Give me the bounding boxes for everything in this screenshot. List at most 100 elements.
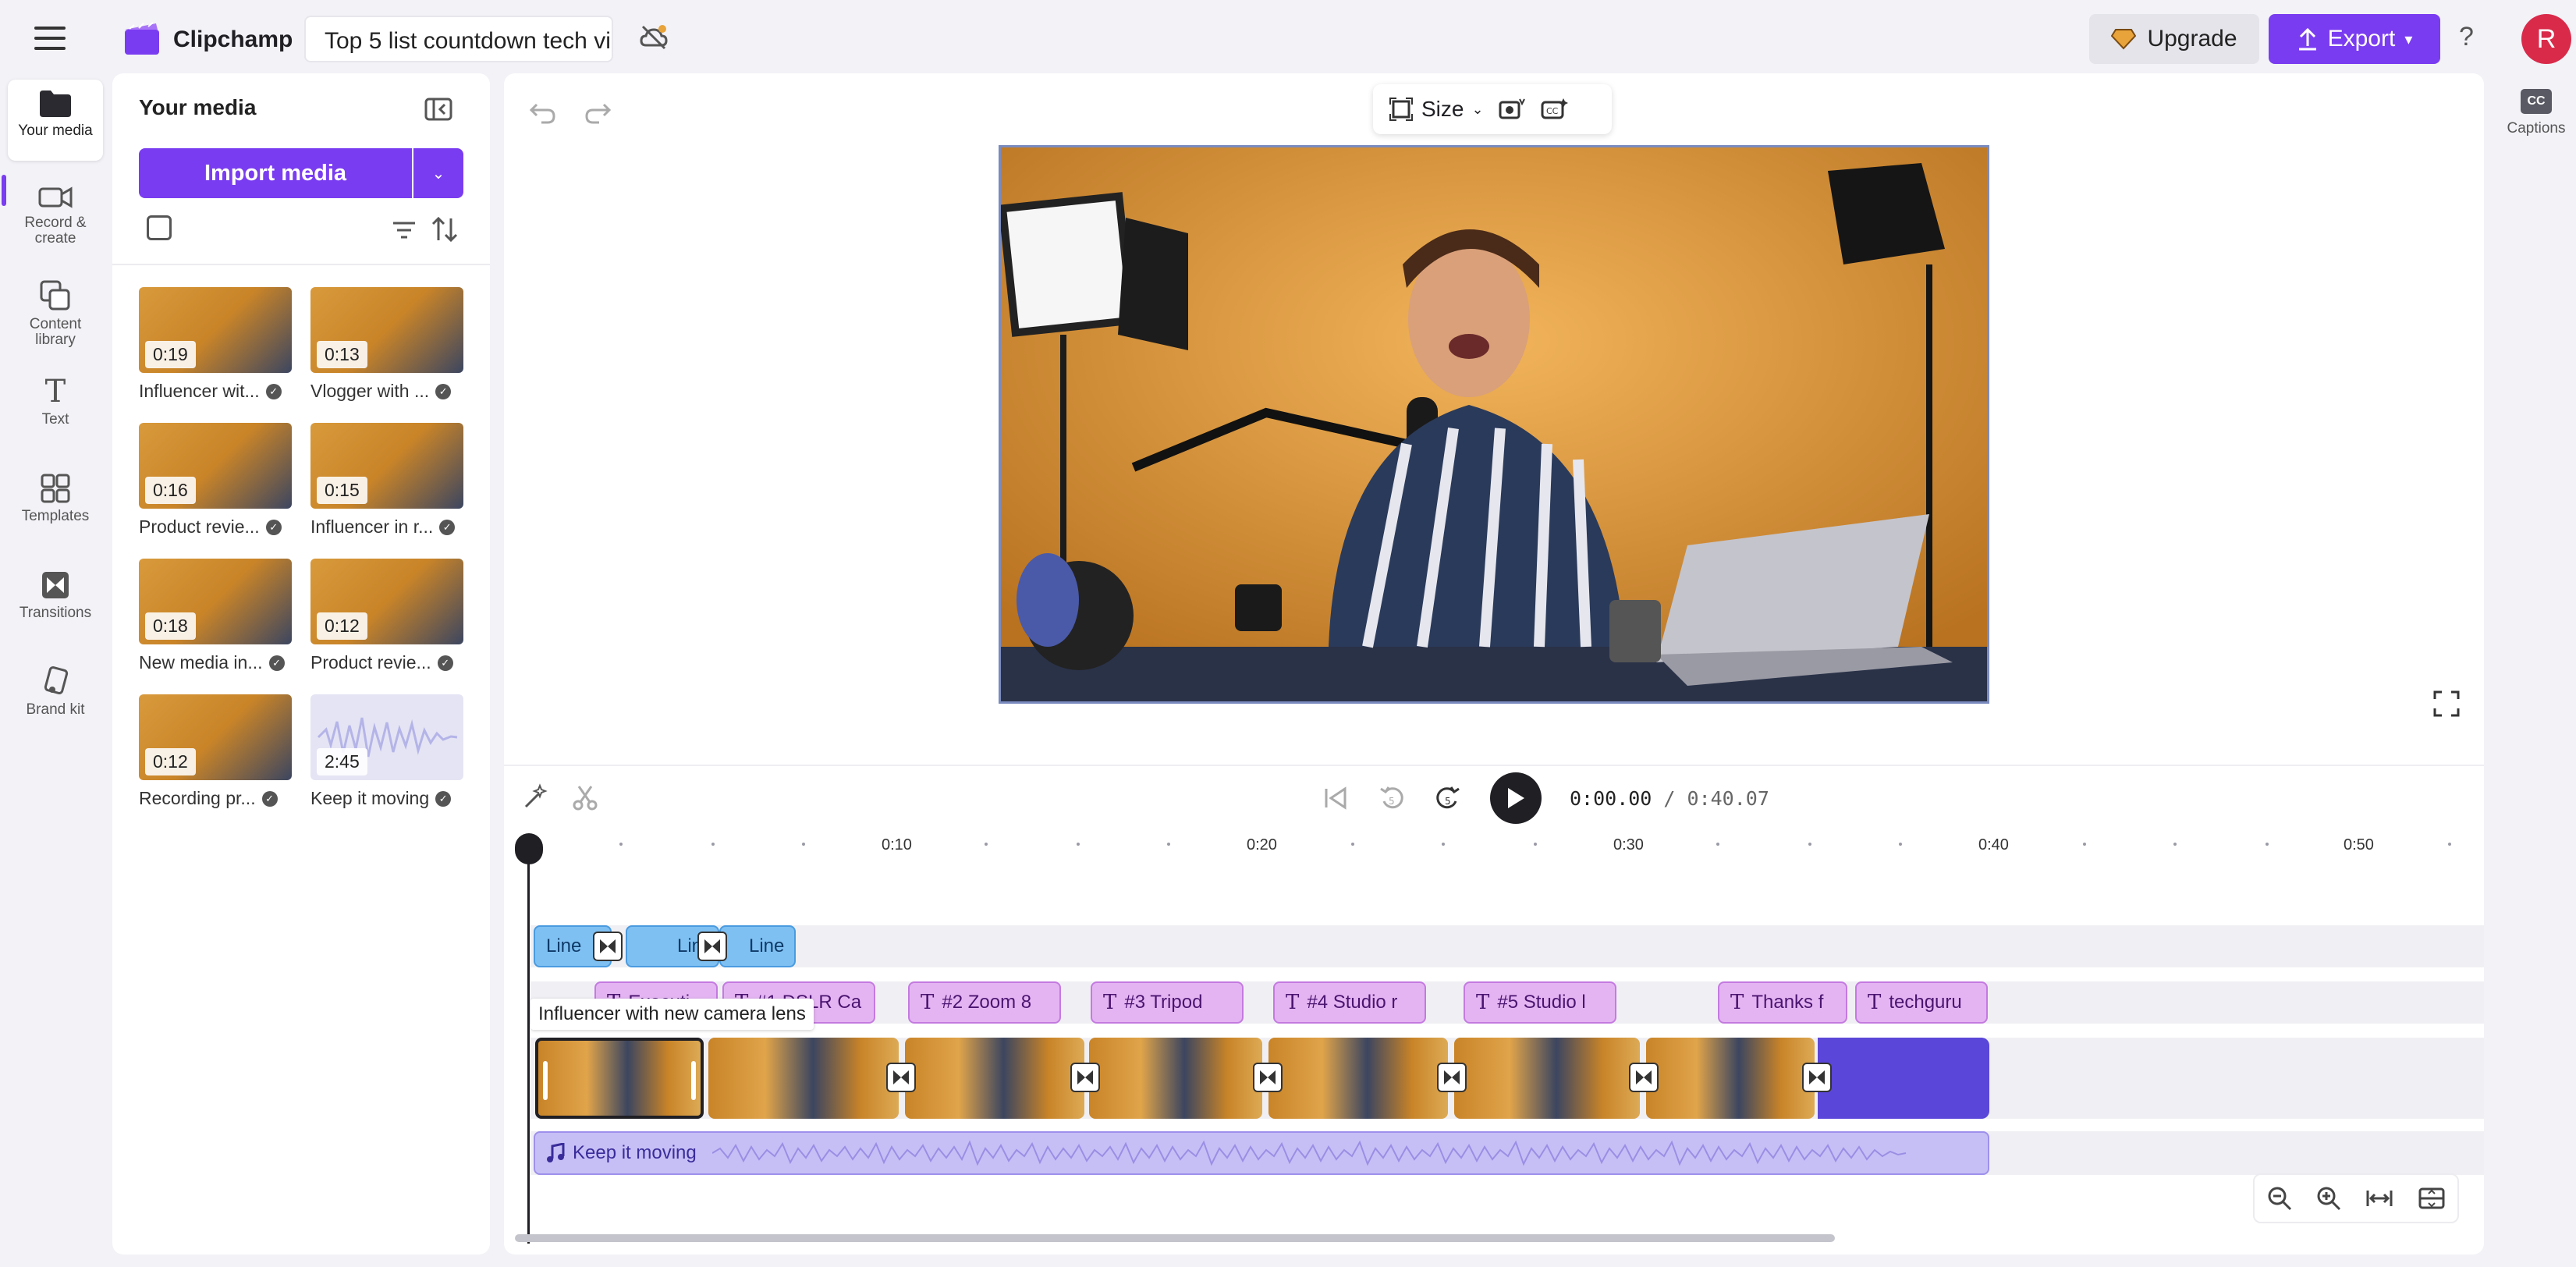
ruler-tick [1808,843,1811,846]
rewind-5-icon[interactable]: 5 [1378,784,1406,812]
video-clip[interactable] [1454,1038,1640,1119]
audio-clip[interactable]: Keep it moving [534,1131,1989,1175]
trim-handle-left[interactable] [543,1061,548,1100]
fullscreen-icon[interactable] [2432,690,2461,718]
transition-marker[interactable] [886,1063,916,1092]
transition-marker[interactable] [1802,1063,1832,1092]
text-clip[interactable]: Ttechguru [1855,981,1988,1024]
templates-icon [40,473,71,504]
import-media-button[interactable]: Import media [139,148,412,198]
video-clip[interactable] [708,1038,899,1119]
fit-timeline-icon[interactable] [2365,1186,2393,1211]
transition-marker[interactable] [697,932,727,961]
menu-icon[interactable] [34,27,66,50]
ruler-tick [2173,843,2177,846]
nav-brand-kit[interactable]: Brand kit [8,657,103,732]
export-label: Export [2328,26,2396,52]
magic-wand-icon[interactable] [521,783,549,811]
video-preview[interactable] [999,145,1989,704]
ruler-tick [2448,843,2451,846]
video-clip[interactable] [1646,1038,1815,1119]
play-icon [1506,786,1526,810]
trim-handle-right[interactable] [691,1061,696,1100]
playhead-handle[interactable] [515,833,543,864]
timeline-ruler[interactable]: 0:10 0:20 0:30 0:40 0:50 [504,827,2484,874]
check-icon: ✓ [269,655,285,671]
nav-record-create[interactable]: Record & create [8,175,103,256]
transition-marker[interactable] [1070,1063,1100,1092]
captions-icon: CC [2521,89,2552,114]
avatar[interactable]: R [2521,14,2571,64]
media-thumbnail: 0:12 [139,694,292,780]
total-time: 0:40.07 [1687,787,1769,810]
project-title-input[interactable]: Top 5 list countdown tech vi [304,16,613,62]
scissors-icon[interactable] [571,783,599,811]
clip-label: #5 Studio l [1497,992,1585,1013]
nav-transitions[interactable]: Transitions [8,560,103,635]
media-item[interactable]: 0:19 Influencer wit...✓ [139,287,292,402]
timeline-scrollbar[interactable] [515,1234,1835,1242]
transition-marker[interactable] [1629,1063,1659,1092]
camera-icon [38,184,73,211]
import-options-button[interactable]: ⌄ [413,148,463,198]
text-clip[interactable]: T#2 Zoom 8 [908,981,1061,1024]
export-button[interactable]: Export ▾ [2269,14,2440,64]
media-item[interactable]: 0:15 Influencer in r...✓ [310,423,463,538]
skip-to-start-icon[interactable] [1322,784,1350,812]
media-item[interactable]: 0:16 Product revie...✓ [139,423,292,538]
forward-5-icon[interactable]: 5 [1434,784,1462,812]
nav-content-library[interactable]: Content library [8,270,103,351]
video-clip[interactable] [905,1038,1084,1119]
undo-icon[interactable] [527,97,559,128]
upgrade-label: Upgrade [2147,26,2237,52]
text-clip[interactable]: T#3 Tripod [1091,981,1244,1024]
collapse-panel-icon[interactable] [423,94,454,125]
text-clip-icon: T [1476,991,1489,1014]
time-separator: / [1652,787,1687,810]
upgrade-button[interactable]: Upgrade [2089,14,2259,64]
play-button[interactable] [1490,772,1542,824]
sort-icon[interactable] [429,214,460,245]
media-item[interactable]: 0:18 New media in...✓ [139,559,292,673]
transition-marker[interactable] [1437,1063,1467,1092]
media-item[interactable]: 0:12 Product revie...✓ [310,559,463,673]
check-icon: ✓ [435,791,451,807]
filter-icon[interactable] [392,218,417,242]
clip-tooltip: Influencer with new camera lens [530,999,814,1030]
auto-captions-icon[interactable]: CC [1540,97,1568,122]
media-thumbnail: 2:45 [310,694,463,780]
line-clip[interactable]: Line [719,925,796,967]
media-item[interactable]: 2:45 Keep it moving✓ [310,694,463,809]
captions-panel-button[interactable]: CC Captions [2501,89,2571,137]
color-clip[interactable] [1818,1038,1989,1119]
media-item[interactable]: 0:13 Vlogger with ...✓ [310,287,463,402]
select-all-checkbox[interactable] [147,215,172,240]
diamond-icon [2111,28,2136,50]
ruler-tick [1899,843,1902,846]
cloud-sync-off-icon[interactable] [638,22,669,53]
video-clip[interactable] [1268,1038,1448,1119]
media-item[interactable]: 0:12 Recording pr...✓ [139,694,292,809]
svg-text:CC: CC [1546,106,1559,116]
redo-icon[interactable] [582,97,613,128]
zoom-out-icon[interactable] [2267,1186,2292,1211]
left-nav: Your media Record & create Content libra… [0,78,111,1267]
text-clip-icon: T [1868,991,1881,1014]
size-button[interactable]: Size ⌄ [1389,97,1484,122]
nav-text[interactable]: T Text [8,367,103,442]
background-remover-icon[interactable] [1498,97,1526,122]
zoom-in-icon[interactable] [2316,1186,2341,1211]
text-clip[interactable]: T#4 Studio r [1273,981,1426,1024]
nav-your-media[interactable]: Your media [8,80,103,161]
video-clip[interactable] [1089,1038,1262,1119]
transition-marker[interactable] [593,932,623,961]
video-clip-selected[interactable] [535,1038,704,1119]
help-icon[interactable]: ? [2459,22,2474,52]
text-clip[interactable]: TThanks f [1718,981,1847,1024]
nav-templates[interactable]: Templates [8,463,103,538]
transition-icon [598,936,618,956]
media-panel-title: Your media [139,95,256,120]
transition-marker[interactable] [1253,1063,1283,1092]
expand-tracks-icon[interactable] [2418,1186,2446,1211]
text-clip[interactable]: T #5 Studio l [1464,981,1616,1024]
